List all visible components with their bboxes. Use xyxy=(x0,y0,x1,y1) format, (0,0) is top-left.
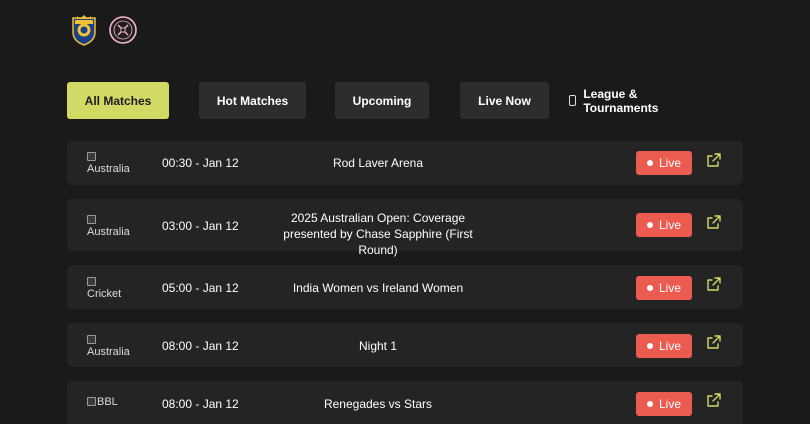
live-label: Live xyxy=(658,156,681,170)
match-time: 08:00 - Jan 12 xyxy=(162,397,239,411)
live-button[interactable]: Live xyxy=(636,151,692,175)
external-link-icon[interactable] xyxy=(706,334,722,350)
al-nassr-crest-icon[interactable] xyxy=(70,14,98,46)
match-time: 03:00 - Jan 12 xyxy=(162,219,239,233)
match-row[interactable]: BBL 08:00 - Jan 12 Renegades vs Stars Li… xyxy=(67,381,743,424)
live-label: Live xyxy=(658,281,681,295)
match-logo-alt: Australia xyxy=(87,226,130,238)
broken-image-icon xyxy=(87,215,96,224)
tab-upcoming[interactable]: Upcoming xyxy=(335,82,429,119)
tab-live-now[interactable]: Live Now xyxy=(460,82,549,119)
live-button[interactable]: Live xyxy=(636,392,692,416)
match-logo: Australia xyxy=(87,335,137,358)
external-link-icon[interactable] xyxy=(706,152,722,168)
match-title: Rod Laver Arena xyxy=(332,156,424,170)
tab-hot-matches[interactable]: Hot Matches xyxy=(199,82,306,119)
match-row[interactable]: Cricket 05:00 - Jan 12 India Women vs Ir… xyxy=(67,265,743,309)
match-row[interactable]: Australia 08:00 - Jan 12 Night 1 Live xyxy=(67,323,743,367)
live-button[interactable]: Live xyxy=(636,276,692,300)
live-dot-icon xyxy=(646,160,653,166)
match-title: Night 1 xyxy=(358,339,398,353)
match-row[interactable]: Australia 03:00 - Jan 12 2025 Australian… xyxy=(67,199,743,257)
match-title: 2025 Australian Open: Coverage presented… xyxy=(283,211,473,257)
tab-all-matches[interactable]: All Matches xyxy=(67,82,169,119)
league-toggle-label: League & Tournaments xyxy=(583,86,659,115)
live-label: Live xyxy=(658,397,681,411)
match-logo: Australia xyxy=(87,152,137,175)
league-tournaments-toggle[interactable]: League & Tournaments xyxy=(569,82,662,119)
broken-image-icon xyxy=(87,335,96,344)
inter-miami-crest-icon[interactable] xyxy=(109,14,137,46)
broken-image-icon xyxy=(87,397,96,406)
live-dot-icon xyxy=(646,285,653,291)
match-logo: BBL xyxy=(87,397,137,408)
broken-image-icon xyxy=(87,277,96,286)
page: All Matches Hot Matches Upcoming Live No… xyxy=(0,0,810,424)
live-button[interactable]: Live xyxy=(636,334,692,358)
match-logo: Cricket xyxy=(87,277,137,300)
match-title: Renegades vs Stars xyxy=(323,397,433,411)
live-label: Live xyxy=(658,339,681,353)
live-dot-icon xyxy=(646,343,653,349)
match-time: 05:00 - Jan 12 xyxy=(162,281,239,295)
match-logo-alt: Cricket xyxy=(87,288,122,300)
live-label: Live xyxy=(658,218,681,232)
live-button[interactable]: Live xyxy=(636,213,692,237)
match-logo: Australia xyxy=(87,215,137,238)
match-row[interactable]: Australia 00:30 - Jan 12 Rod Laver Arena… xyxy=(67,141,743,185)
team-logos xyxy=(70,14,137,46)
match-logo-alt: Australia xyxy=(87,346,130,358)
external-link-icon[interactable] xyxy=(706,276,722,292)
external-link-icon[interactable] xyxy=(706,214,722,230)
match-time: 00:30 - Jan 12 xyxy=(162,156,239,170)
match-logo-alt: BBL xyxy=(97,397,118,408)
league-checkbox[interactable] xyxy=(569,95,577,106)
match-logo-alt: Australia xyxy=(87,163,130,175)
match-time: 08:00 - Jan 12 xyxy=(162,339,239,353)
match-title: India Women vs Ireland Women xyxy=(292,281,464,295)
broken-image-icon xyxy=(87,152,96,161)
live-dot-icon xyxy=(646,222,653,228)
external-link-icon[interactable] xyxy=(706,392,722,408)
live-dot-icon xyxy=(646,401,653,407)
